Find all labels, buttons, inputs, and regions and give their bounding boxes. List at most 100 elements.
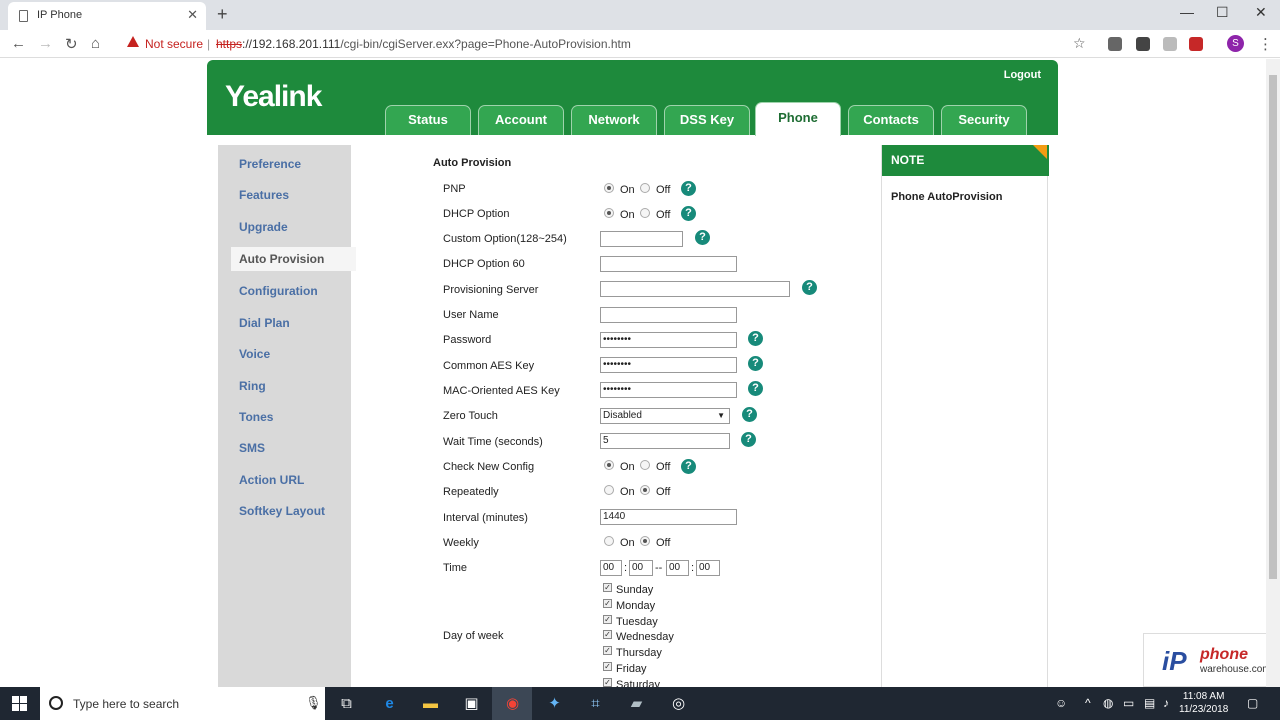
network-app-icon[interactable]: ✦	[545, 694, 564, 713]
extension-icon[interactable]	[1108, 37, 1122, 51]
tray-app-icon[interactable]: ◍	[1103, 696, 1113, 710]
url-field[interactable]: https://192.168.201.111/cgi-bin/cgiServe…	[216, 37, 631, 51]
app-icon[interactable]: ◎	[669, 694, 688, 713]
common-aes-key-input[interactable]: ••••••••	[600, 357, 737, 373]
sunday-checkbox[interactable]: ✓	[603, 583, 612, 592]
logout-link[interactable]: Logout	[1004, 69, 1041, 81]
extension-icon[interactable]	[1136, 37, 1150, 51]
sidebar-item-ring[interactable]: Ring	[239, 379, 266, 393]
zero-touch-select[interactable]: Disabled ▼	[600, 408, 730, 424]
pnp-off-radio[interactable]	[640, 183, 650, 193]
extension-icon[interactable]	[1163, 37, 1177, 51]
microphone-icon[interactable]: 🎙	[305, 695, 322, 711]
back-icon[interactable]: ←	[11, 35, 26, 52]
notepad-icon[interactable]: ▰	[627, 694, 646, 713]
interval-input[interactable]: 1440	[600, 509, 737, 525]
new-tab-icon[interactable]: +	[217, 4, 228, 25]
sidebar-item-preference[interactable]: Preference	[239, 157, 301, 171]
start-minute-input[interactable]: 00	[629, 560, 653, 576]
file-explorer-icon[interactable]: ▬	[421, 694, 440, 713]
help-icon[interactable]: ?	[681, 459, 696, 474]
help-icon[interactable]: ?	[748, 356, 763, 371]
provisioning-server-input[interactable]	[600, 281, 790, 297]
help-icon[interactable]: ?	[681, 181, 696, 196]
home-icon[interactable]: ⌂	[91, 35, 100, 52]
scrollbar-thumb[interactable]	[1269, 75, 1277, 579]
monday-checkbox[interactable]: ✓	[603, 599, 612, 608]
saturday-checkbox[interactable]: ✓	[603, 678, 612, 687]
forward-icon[interactable]: →	[38, 35, 53, 52]
weekly-off-radio[interactable]	[640, 536, 650, 546]
sidebar-item-upgrade[interactable]: Upgrade	[239, 220, 288, 234]
chrome-icon[interactable]: ◉	[503, 694, 522, 713]
sidebar-item-features[interactable]: Features	[239, 188, 289, 202]
check-new-config-off-radio[interactable]	[640, 460, 650, 470]
sidebar-item-configuration[interactable]: Configuration	[239, 284, 318, 298]
wednesday-checkbox[interactable]: ✓	[603, 630, 612, 639]
friday-checkbox[interactable]: ✓	[603, 662, 612, 671]
custom-option-input[interactable]	[600, 231, 683, 247]
browser-tab[interactable]: IP Phone ✕	[8, 2, 206, 30]
page-scrollbar[interactable]	[1266, 59, 1280, 687]
task-view-icon[interactable]: ⧉	[337, 694, 356, 713]
sidebar-item-action-url[interactable]: Action URL	[239, 473, 304, 487]
sidebar-item-auto-provision[interactable]: Auto Provision	[231, 247, 356, 271]
close-tab-icon[interactable]: ✕	[187, 7, 198, 23]
help-icon[interactable]: ?	[741, 432, 756, 447]
menu-dots-icon[interactable]: ⋮	[1258, 35, 1273, 53]
profile-avatar[interactable]: S	[1227, 35, 1244, 52]
pnp-on-radio[interactable]	[604, 183, 614, 193]
end-minute-input[interactable]: 00	[696, 560, 720, 576]
help-icon[interactable]: ?	[742, 407, 757, 422]
tab-dss-key[interactable]: DSS Key	[664, 105, 750, 135]
battery-icon[interactable]: ▭	[1123, 696, 1134, 710]
check-new-config-on-radio[interactable]	[604, 460, 614, 470]
repeatedly-off-radio[interactable]	[640, 485, 650, 495]
sidebar-item-tones[interactable]: Tones	[239, 410, 273, 424]
wait-time-input[interactable]: 5	[600, 433, 730, 449]
sidebar-item-voice[interactable]: Voice	[239, 347, 270, 361]
help-icon[interactable]: ?	[748, 331, 763, 346]
help-icon[interactable]: ?	[802, 280, 817, 295]
bookmark-star-icon[interactable]: ☆	[1073, 35, 1086, 52]
minimize-icon[interactable]: —	[1180, 4, 1194, 20]
weekly-on-radio[interactable]	[604, 536, 614, 546]
notifications-icon[interactable]: ▢	[1247, 696, 1258, 710]
sidebar-item-softkey-layout[interactable]: Softkey Layout	[239, 504, 325, 518]
volume-icon[interactable]: ♪	[1163, 696, 1169, 710]
tab-phone[interactable]: Phone	[755, 102, 841, 136]
not-secure-label[interactable]: Not secure	[145, 37, 203, 51]
taskbar-search-input[interactable]: Type here to search 🎙	[40, 687, 325, 720]
tray-chevron-icon[interactable]: ^	[1085, 696, 1091, 710]
taskbar-clock[interactable]: 11:08 AM 11/23/2018	[1179, 690, 1228, 716]
sidebar-item-sms[interactable]: SMS	[239, 441, 265, 455]
tab-account[interactable]: Account	[478, 105, 564, 135]
tuesday-checkbox[interactable]: ✓	[603, 615, 612, 624]
sidebar-item-dial-plan[interactable]: Dial Plan	[239, 316, 290, 330]
help-icon[interactable]: ?	[695, 230, 710, 245]
people-icon[interactable]: ☺	[1055, 696, 1067, 710]
dhcp-option-on-radio[interactable]	[604, 208, 614, 218]
tab-status[interactable]: Status	[385, 105, 471, 135]
close-window-icon[interactable]: ✕	[1255, 4, 1267, 21]
help-icon[interactable]: ?	[748, 381, 763, 396]
remote-app-icon[interactable]: ⌗	[586, 694, 605, 713]
dhcp-option-60-input[interactable]	[600, 256, 737, 272]
end-hour-input[interactable]: 00	[666, 560, 689, 576]
tab-contacts[interactable]: Contacts	[848, 105, 934, 135]
network-icon[interactable]: ▤	[1144, 696, 1155, 710]
start-hour-input[interactable]: 00	[600, 560, 622, 576]
windows-start-icon[interactable]	[12, 696, 27, 711]
extension-icon[interactable]	[1189, 37, 1203, 51]
repeatedly-on-radio[interactable]	[604, 485, 614, 495]
tab-network[interactable]: Network	[571, 105, 657, 135]
mac-aes-key-input[interactable]: ••••••••	[600, 382, 737, 398]
store-icon[interactable]: ▣	[462, 694, 481, 713]
dhcp-option-off-radio[interactable]	[640, 208, 650, 218]
password-input[interactable]: ••••••••	[600, 332, 737, 348]
maximize-icon[interactable]: ☐	[1216, 4, 1229, 21]
edge-icon[interactable]: e	[380, 694, 399, 713]
user-name-input[interactable]	[600, 307, 737, 323]
thursday-checkbox[interactable]: ✓	[603, 646, 612, 655]
reload-icon[interactable]: ↻	[65, 35, 78, 53]
